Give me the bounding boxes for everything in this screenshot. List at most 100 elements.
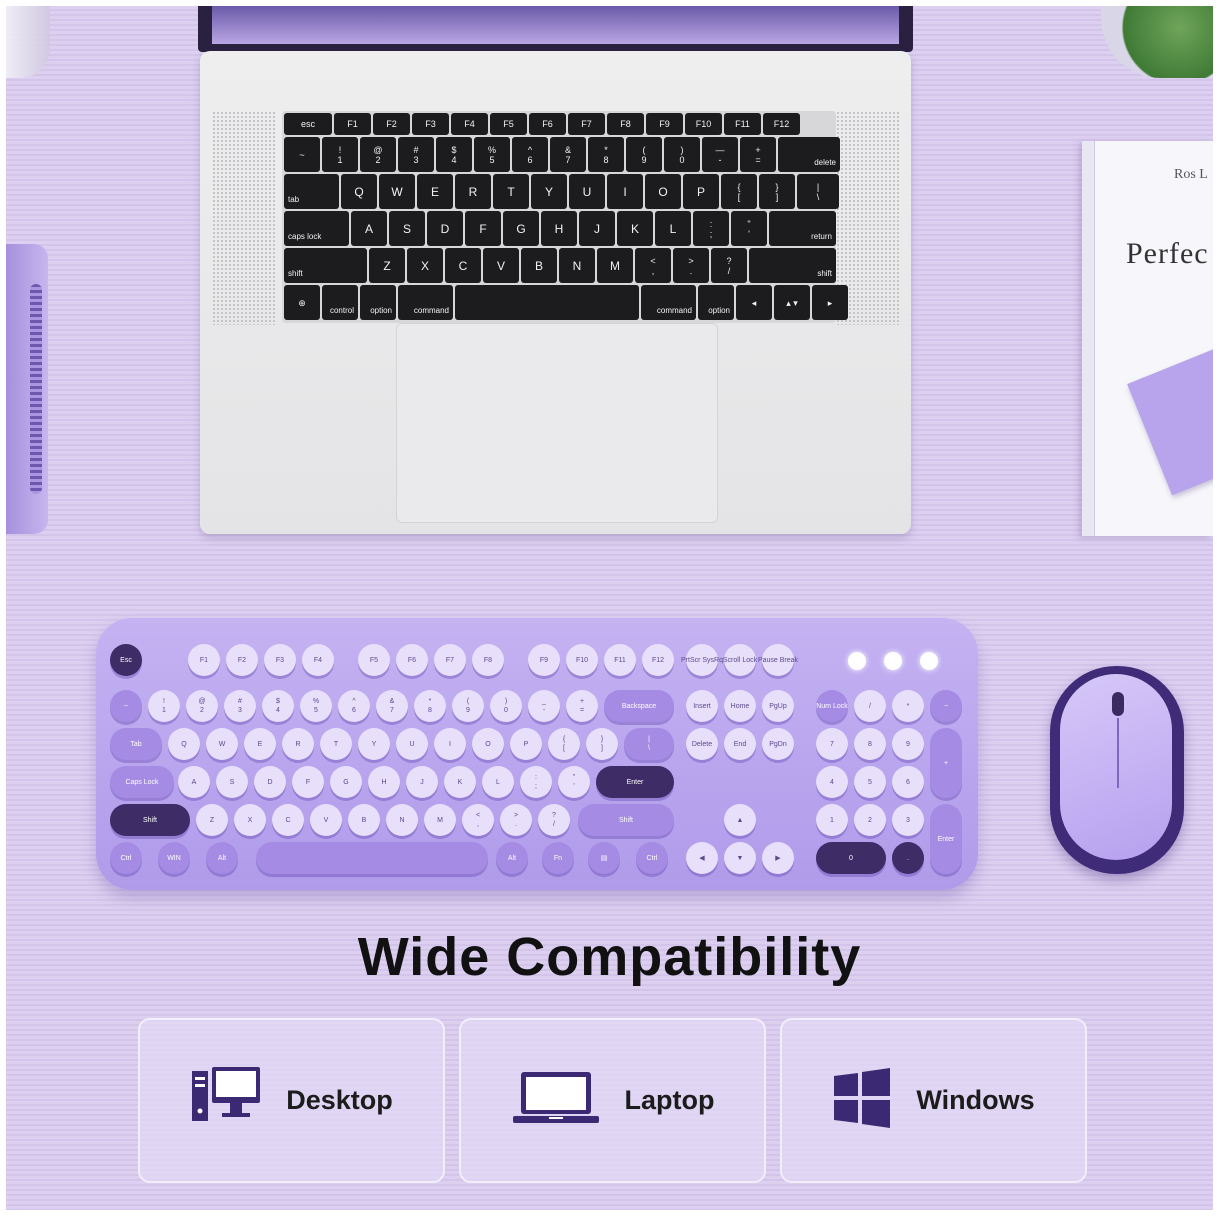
laptop-key: | \ [797,174,839,209]
keyboard-key: * [892,690,924,722]
laptop-key: T [493,174,529,209]
keyboard-key: WIN [158,842,190,874]
laptop-key: F12 [763,113,800,135]
laptop-key: ▸ [812,285,848,320]
keyboard-key: # 3 [224,690,256,722]
keyboard-key: { [ [548,728,580,760]
keyboard-key: : ; [520,766,552,798]
laptop-key: & 7 [550,137,586,172]
keyboard-key: ▶ [762,842,794,874]
laptop-key: F8 [607,113,644,135]
keyboard-key: + = [566,690,598,722]
laptop-key: U [569,174,605,209]
keyboard-key: ) 0 [490,690,522,722]
laptop-key: S [389,211,425,246]
keyboard-key: < , [462,804,494,836]
laptop-key: F11 [724,113,761,135]
laptop-key: D [427,211,463,246]
keyboard-key: Ctrl [110,842,142,874]
laptop-key: { [ [721,174,757,209]
laptop-key: F6 [529,113,566,135]
keyboard-key: F2 [226,644,258,676]
keyboard-key: N [386,804,418,836]
keyboard-key: Caps Lock [110,766,174,798]
keyboard-key: Scroll Lock [723,644,757,676]
keyboard-key: B [348,804,380,836]
keyboard-key: P [510,728,542,760]
keyboard-key: Shift [578,804,674,836]
keyboard-key: Delete [686,728,718,760]
keyboard-key: } ] [586,728,618,760]
laptop-screen [212,6,899,44]
keyboard-key: 9 [892,728,924,760]
keyboard-key: Q [168,728,200,760]
keyboard-key: PgUp [762,690,794,722]
laptop-key: K [617,211,653,246]
book-spine [1082,141,1095,536]
laptop-key: @ 2 [360,137,396,172]
laptop-key: Y [531,174,567,209]
windows-icon [832,1068,892,1133]
keyboard-key: J [406,766,438,798]
laptop-base: esc F1 F2 F3 F4 F5 F6 F7 F8 F9 F10 F11 F12 ~! 1 @ 2 # … [200,51,911,534]
keyboard-key: C [272,804,304,836]
keyboard-key: ◀ [686,842,718,874]
laptop-key: ? / [711,248,747,283]
keyboard-key: Esc [110,644,142,676]
mouse-scroll-wheel [1112,692,1124,716]
laptop-key: R [455,174,491,209]
keyboard-key: End [724,728,756,760]
laptop-key: # 3 [398,137,434,172]
keyboard-key: 1 [816,804,848,836]
keyboard-key: ( 9 [452,690,484,722]
laptop-trackpad [396,323,718,523]
keyboard-key: K [444,766,476,798]
keyboard-key: U [396,728,428,760]
laptop-key: : ; [693,211,729,246]
keyboard-key: Enter [596,766,674,798]
headline: Wide Compatibility [357,927,862,987]
keyboard-key: > . [500,804,532,836]
keyboard-key: 3 [892,804,924,836]
keyboard-key: ~ [110,690,142,722]
laptop-key: — - [702,137,738,172]
keyboard-key: 0 [816,842,886,874]
laptop-key: N [559,248,595,283]
keyboard-key: _ - [528,690,560,722]
keyboard-key: % 5 [300,690,332,722]
laptop-key: F3 [412,113,449,135]
keyboard-key: F5 [358,644,390,676]
keyboard-key: I [434,728,466,760]
indicator-led [884,652,902,670]
keyboard-key: F8 [472,644,504,676]
laptop-key: command [398,285,453,320]
laptop-key: G [503,211,539,246]
laptop-key: delete [778,137,840,172]
indicator-led [848,652,866,670]
laptop-key: ( 9 [626,137,662,172]
book-author: Ros L [1174,167,1208,182]
laptop-key: } ] [759,174,795,209]
laptop-key: M [597,248,633,283]
keyboard-key: Insert [686,690,718,722]
keyboard-key: F4 [302,644,334,676]
plant-decor [1101,6,1213,78]
keyboard-key: 4 [816,766,848,798]
laptop-key: Z [369,248,405,283]
laptop-key: X [407,248,443,283]
laptop-key: ⊕ [284,285,320,320]
keyboard-key: PgDn [762,728,794,760]
keyboard-key: W [206,728,238,760]
keyboard-key: F7 [434,644,466,676]
laptop-key: B [521,248,557,283]
keyboard-key: 6 [892,766,924,798]
laptop-key: shift [284,248,367,283]
keyboard-key: V [310,804,342,836]
keyboard-key: F10 [566,644,598,676]
keyboard-key: O [472,728,504,760]
laptop-lid [198,6,913,52]
desktop-icon [190,1065,262,1136]
keyboard-key: F3 [264,644,296,676]
laptop-key: ) 0 [664,137,700,172]
card-label: Windows [916,1085,1035,1115]
